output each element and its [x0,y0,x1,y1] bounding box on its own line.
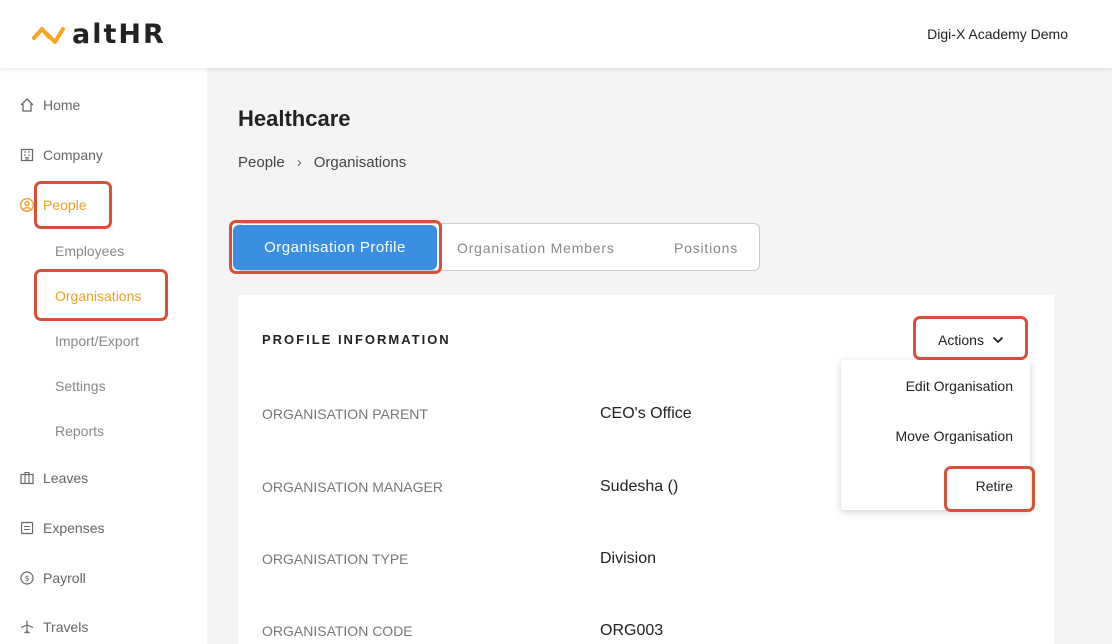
breadcrumb-organisations[interactable]: Organisations [314,154,407,171]
breadcrumb: People › Organisations [238,154,406,171]
page-title: Healthcare [238,106,351,131]
menu-item-edit-organisation[interactable]: Edit Organisation [906,378,1013,394]
field-value-manager: Sudesha () [600,478,679,495]
home-icon [18,97,35,114]
receipt-icon [18,520,35,537]
menu-item-move-organisation[interactable]: Move Organisation [895,428,1013,444]
field-label-code: ORGANISATION CODE [262,623,413,639]
sidebar-subitem-import-export[interactable]: Import/Export [55,333,139,349]
logo-text: altHR [72,19,166,50]
sidebar-subitem-reports[interactable]: Reports [55,423,104,439]
plane-icon [18,619,35,636]
field-value-type: Division [600,550,657,567]
sidebar-item-label: Expenses [43,520,105,536]
sidebar-item-label: Home [43,97,81,113]
dollar-circle-icon: $ [18,570,35,587]
field-value-parent: CEO's Office [600,405,692,422]
sidebar-item-home[interactable]: Home [18,93,80,117]
retire-highlight-box [944,466,1035,512]
people-highlight-box [34,181,112,229]
sidebar-item-payroll[interactable]: $ Payroll [18,566,86,590]
person-circle-icon [18,197,35,214]
sidebar-subitem-employees[interactable]: Employees [55,243,124,259]
tab-positions[interactable]: Positions [674,240,738,256]
logo-mark-icon [32,27,65,44]
sidebar-item-label: Leaves [43,470,89,486]
sidebar-subitem-settings[interactable]: Settings [55,378,106,394]
sidebar-item-label: Payroll [43,570,86,586]
profile-tab-highlight-box [229,220,442,274]
breadcrumb-people[interactable]: People [238,154,285,171]
field-label-manager: ORGANISATION MANAGER [262,479,443,495]
top-header: altHR Digi-X Academy Demo [0,0,1112,68]
field-label-type: ORGANISATION TYPE [262,551,409,567]
sidebar-item-company[interactable]: Company [18,143,103,167]
section-title: PROFILE INFORMATION [262,332,451,347]
sidebar-item-expenses[interactable]: Expenses [18,516,104,540]
sidebar-item-label: Travels [43,619,89,635]
building-icon [18,147,35,164]
sidebar-item-travels[interactable]: Travels [18,615,88,639]
organisations-highlight-box [34,269,168,321]
tab-organisation-members[interactable]: Organisation Members [457,240,615,256]
actions-highlight-box [913,316,1028,360]
field-label-parent: ORGANISATION PARENT [262,406,428,422]
field-value-code: ORG003 [600,622,664,639]
svg-text:$: $ [24,574,29,583]
briefcase-icon [18,470,35,487]
sidebar-item-label: Company [43,147,103,163]
company-switcher[interactable]: Digi-X Academy Demo [927,26,1068,42]
sidebar-item-leaves[interactable]: Leaves [18,466,88,490]
althr-logo[interactable]: altHR [32,20,166,50]
chevron-right-icon: › [296,154,302,171]
